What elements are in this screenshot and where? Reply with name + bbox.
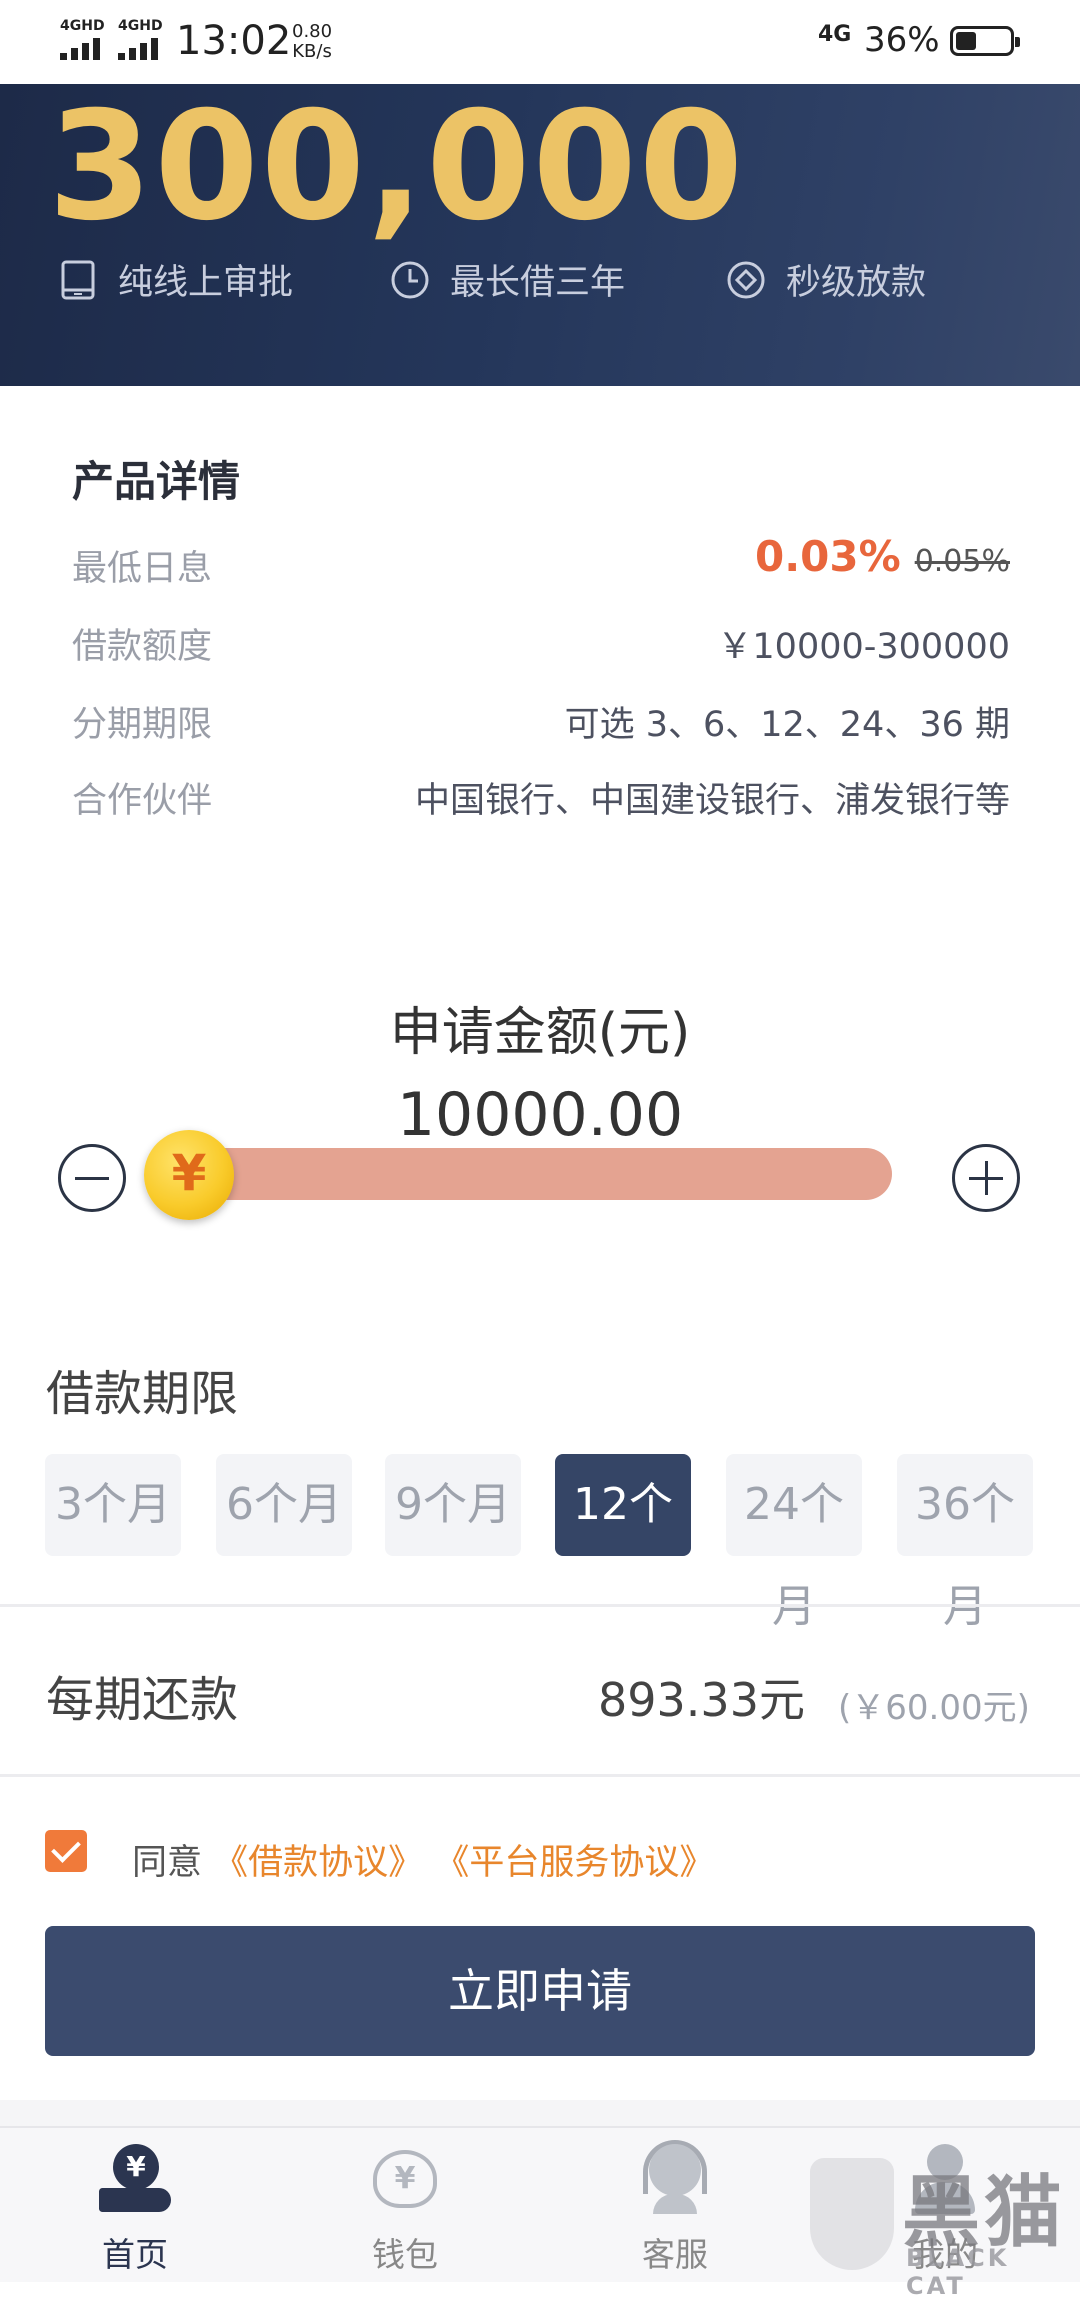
- agree-prefix: 同意: [132, 1843, 203, 1883]
- home-yuan-icon: ¥: [99, 2138, 171, 2218]
- cat-shield-icon: [810, 2158, 894, 2270]
- apply-amount-label: 申请金额(元): [389, 1003, 691, 1063]
- nav-item-support[interactable]: 客服: [540, 2128, 810, 2282]
- term-option-6[interactable]: 6个月: [216, 1454, 352, 1556]
- term-options-row: 分期期限 可选 3、6、12、24、36 期: [72, 696, 1010, 746]
- nav-spacer: [0, 2100, 1080, 2126]
- speed-value: 0.80: [292, 21, 333, 42]
- nav-label: 首页: [102, 2235, 168, 2274]
- phone-icon: [58, 260, 98, 300]
- status-bar: 4GHD 4GHD 13:02 0.80 KB/s 4G 36%: [0, 0, 1080, 84]
- nav-item-home[interactable]: ¥ 首页: [0, 2128, 270, 2282]
- divider: [0, 1604, 1080, 1607]
- battery-icon: [950, 26, 1020, 56]
- term-options-value: 可选 3、6、12、24、36 期: [564, 705, 1010, 745]
- amount-slider-track[interactable]: [168, 1148, 892, 1200]
- increase-amount-button[interactable]: [952, 1144, 1020, 1212]
- loan-term-label: 借款期限: [46, 1366, 239, 1422]
- network-type: 4G: [818, 22, 852, 47]
- apply-now-button[interactable]: 立即申请: [45, 1926, 1035, 2056]
- decrease-amount-button[interactable]: [58, 1144, 126, 1212]
- diamond-coin-icon: [726, 260, 766, 300]
- watermark-subtitle: BLACK CAT: [906, 2244, 1010, 2300]
- agree-checkbox[interactable]: [45, 1830, 87, 1872]
- network-label: 4GHD: [118, 18, 163, 34]
- term-option-12[interactable]: 12个月: [555, 1454, 691, 1632]
- term-option-9[interactable]: 9个月: [385, 1454, 521, 1556]
- term-options-label: 分期期限: [72, 705, 213, 745]
- original-rate: 0.05%: [914, 544, 1010, 579]
- feature-label: 秒级放款: [786, 263, 927, 303]
- divider: [0, 1774, 1080, 1777]
- hero-banner: 300,000 纯线上审批 最长借三年 秒级放款: [0, 84, 1080, 386]
- wallet-bag-icon: ¥: [369, 2138, 441, 2218]
- term-option-36[interactable]: 36个月: [897, 1454, 1033, 1632]
- repayment-amount: 893.33元: [598, 1673, 805, 1727]
- partners-label: 合作伙伴: [72, 781, 213, 821]
- partners-value: 中国银行、中国建设银行、浦发银行等: [414, 781, 1010, 821]
- feature-fast-payout: 秒级放款: [726, 254, 926, 305]
- yuan-icon: ¥: [171, 1144, 207, 1202]
- nav-label: 客服: [642, 2235, 708, 2274]
- clock-icon: [390, 260, 430, 300]
- network-speed: 0.80 KB/s: [292, 22, 332, 62]
- feature-label: 纯线上审批: [118, 263, 294, 303]
- speed-unit: KB/s: [292, 41, 332, 62]
- network-label: 4GHD: [60, 18, 105, 34]
- repayment-label: 每期还款: [46, 1672, 239, 1728]
- battery-percent: 36%: [864, 20, 940, 60]
- black-cat-watermark: 黑猫 BLACK CAT: [810, 2140, 1080, 2300]
- amount-range-label: 借款额度: [72, 627, 213, 667]
- min-rate-value: 0.03% 0.05%: [755, 532, 1010, 581]
- status-time: 13:02: [176, 18, 292, 64]
- repayment-fee: (￥60.00元): [838, 1688, 1030, 1728]
- term-option-24[interactable]: 24个月: [726, 1454, 862, 1632]
- amount-range-value: ￥10000-300000: [717, 627, 1010, 667]
- current-rate: 0.03%: [754, 532, 901, 581]
- service-agreement-link[interactable]: 《平台服务协议》: [434, 1843, 714, 1883]
- product-details-title: 产品详情: [72, 457, 241, 506]
- max-loan-amount: 300,000: [48, 84, 746, 254]
- term-option-3[interactable]: 3个月: [45, 1454, 181, 1556]
- feature-label: 最长借三年: [450, 263, 626, 303]
- customer-service-icon: [639, 2138, 711, 2218]
- agreement-text: 同意 《借款协议》 《平台服务协议》: [132, 1834, 714, 1885]
- min-rate-row: 最低日息 0.03% 0.05%: [72, 532, 1010, 590]
- amount-range-row: 借款额度 ￥10000-300000: [72, 618, 1010, 668]
- amount-slider-thumb[interactable]: ¥: [144, 1130, 234, 1220]
- partners-row: 合作伙伴 中国银行、中国建设银行、浦发银行等: [72, 772, 1010, 822]
- feature-online-approval: 纯线上审批: [58, 254, 293, 305]
- loan-agreement-link[interactable]: 《借款协议》: [213, 1843, 423, 1883]
- term-options: 3个月 6个月 9个月 12个月 24个月 36个月: [45, 1454, 1035, 1632]
- min-rate-label: 最低日息: [72, 549, 213, 589]
- nav-item-wallet[interactable]: ¥ 钱包: [270, 2128, 540, 2282]
- feature-max-term: 最长借三年: [390, 254, 625, 305]
- nav-label: 钱包: [372, 2235, 438, 2274]
